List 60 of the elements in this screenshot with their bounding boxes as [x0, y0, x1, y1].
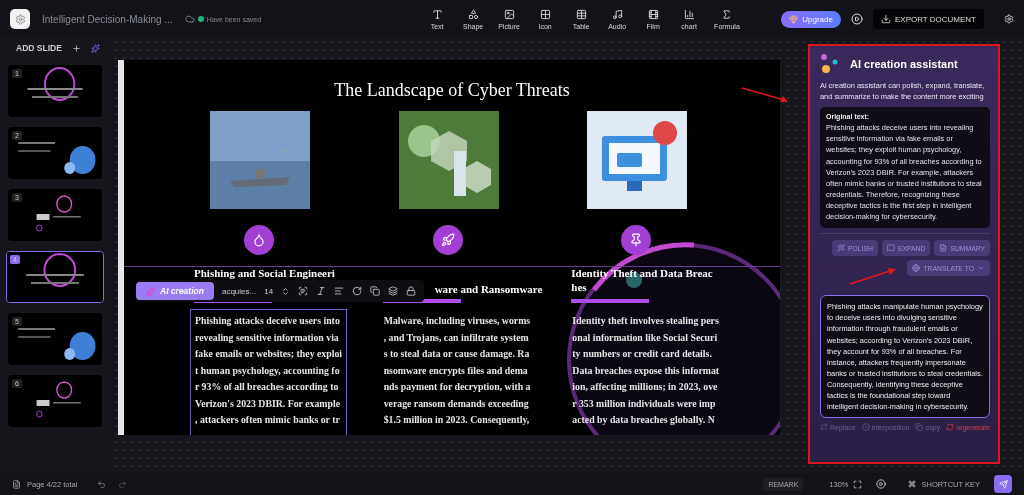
document-icon: [939, 244, 948, 253]
duplicate-icon[interactable]: [370, 286, 381, 296]
text-block[interactable]: Malware, including viruses, worms , and Trojans, can infiltrate system s to steal data or cause damage. Ra nsomware encrypts files and dema nds payment for decryption, with a verage ransom demands exceeding $1.5 million in 2023. Consequently,: [378, 309, 536, 435]
align-icon[interactable]: [334, 286, 345, 296]
settings-icon[interactable]: [1004, 14, 1014, 24]
italic-icon[interactable]: [316, 286, 327, 296]
slide-title: The Landscape of Cyber Threats: [334, 80, 570, 101]
text-fit-icon[interactable]: [298, 286, 309, 296]
export-button[interactable]: EXPORT DOCUMENT: [872, 9, 984, 29]
circle-icon: [621, 225, 652, 255]
sparkle-icon: [146, 286, 155, 296]
command-icon[interactable]: [907, 480, 916, 488]
swap-icon: [820, 423, 828, 432]
image-icon: [503, 8, 515, 20]
column-heading: Phishing and Social Engineeri: [194, 267, 335, 281]
slide-canvas[interactable]: [118, 60, 780, 435]
bar-chart-icon: [683, 8, 695, 20]
play-icon[interactable]: [850, 13, 863, 25]
circle-icon: [244, 225, 274, 255]
fit-screen-icon[interactable]: [852, 479, 862, 489]
music-note-icon: [611, 8, 623, 20]
lock-icon[interactable]: [406, 286, 417, 296]
page-icon: [12, 479, 21, 489]
text-tool-icon: [431, 8, 443, 20]
annotation-arrow: [848, 266, 898, 286]
send-button[interactable]: [994, 475, 1012, 493]
refresh-icon: [946, 423, 955, 432]
plus-icon: [71, 43, 81, 53]
send-icon: [998, 479, 1008, 489]
wand-icon: [837, 244, 845, 253]
layers-icon[interactable]: [388, 286, 399, 296]
document-title[interactable]: Intelligent Decision-Making ...: [42, 13, 173, 25]
download-icon: [880, 14, 891, 24]
undo-icon[interactable]: [97, 479, 107, 489]
stepper-icon[interactable]: [281, 286, 291, 296]
column-heading: Identity Theft and Data Breac hes: [571, 267, 713, 295]
film-icon: [647, 8, 659, 20]
add-slide-button[interactable]: ADD SLIDE: [16, 43, 81, 53]
cloud-icon: [184, 14, 195, 24]
shapes-icon: [467, 8, 479, 20]
globe-icon: [912, 264, 921, 273]
circle-icon: [432, 225, 463, 255]
play-icon[interactable]: [875, 479, 886, 489]
table-icon: [575, 8, 587, 20]
panel-title: AI creation assistant: [850, 58, 958, 70]
font-size-field[interactable]: 14: [264, 286, 274, 296]
rotate-icon[interactable]: [352, 286, 363, 296]
sparkle-icon[interactable]: [90, 43, 100, 53]
font-select[interactable]: acquies...: [221, 286, 257, 296]
dot-circle-icon: [861, 423, 870, 432]
column-heading: ware and Ransomware: [434, 283, 543, 297]
status-dot: [197, 16, 204, 22]
upgrade-button[interactable]: Upgrade: [781, 10, 841, 28]
grid-icon: [539, 8, 551, 20]
app-logo-icon[interactable]: [10, 9, 30, 29]
gem-icon: [789, 14, 799, 24]
copy-icon: [915, 423, 924, 432]
sigma-icon: [721, 8, 733, 20]
text-block[interactable]: Identity theft involves stealing pers onal information like Social Securi ty numbers or credit card details. Data breaches expose this informat ion, affecting millions; in 2023, ove r 353 million individuals were imp acted by data breaches globally. N: [567, 309, 725, 435]
speech-bubble-icon: [886, 244, 895, 253]
